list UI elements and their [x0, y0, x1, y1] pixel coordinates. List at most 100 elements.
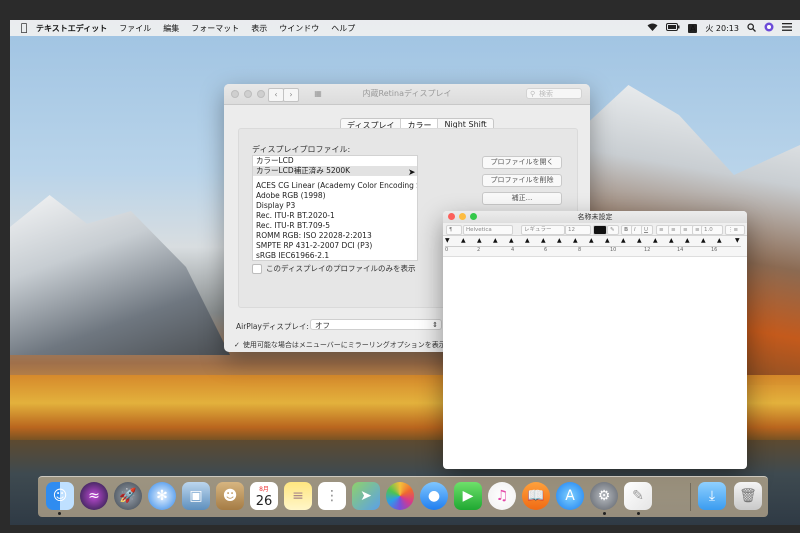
safari-icon[interactable]: ✻ — [148, 482, 176, 510]
tab-stop-icon[interactable]: ▲ — [461, 237, 466, 244]
menubar-clock[interactable]: 火 20:13 — [705, 23, 739, 34]
siri-menubar-icon[interactable] — [764, 22, 774, 34]
tab-stop-icon[interactable]: ▲ — [557, 237, 562, 244]
profile-item[interactable]: カラーLCD — [253, 156, 417, 166]
profile-item[interactable]: ACES CG Linear (Academy Color Encoding S… — [253, 181, 417, 191]
profile-item[interactable]: Display P3 — [253, 201, 417, 211]
airplay-display-label: AirPlayディスプレイ: — [236, 322, 309, 331]
menu-format[interactable]: フォーマット — [191, 23, 239, 34]
textedit-window-title: 名称未設定 — [577, 213, 613, 221]
input-source-indicator[interactable]: A — [688, 23, 698, 33]
running-indicator — [58, 512, 61, 515]
profile-item[interactable]: Rec. ITU-R BT.2020-1 — [253, 211, 417, 221]
only-this-display-checkbox[interactable] — [252, 263, 262, 274]
line-spacing-select[interactable]: 1.0 — [701, 225, 723, 235]
menu-bar:  テキストエディット ファイル 編集 フォーマット 表示 ウインドウ ヘルプ … — [10, 20, 800, 36]
tab-stop-icon[interactable]: ▲ — [717, 237, 722, 244]
maps-icon[interactable]: ➤ — [352, 482, 380, 510]
tab-stop-icon[interactable]: ▲ — [573, 237, 578, 244]
ruler-number: 2 — [477, 247, 481, 253]
ibooks-icon[interactable]: 📖 — [522, 482, 550, 510]
trash-icon[interactable]: 🗑 — [734, 482, 762, 510]
menu-file[interactable]: ファイル — [119, 23, 151, 34]
font-family-select[interactable]: Helvetica — [463, 225, 513, 235]
notes-icon[interactable]: ≡ — [284, 482, 312, 510]
apple-menu-icon[interactable]:  — [18, 22, 30, 34]
contacts-icon[interactable]: ☻ — [216, 482, 244, 510]
chevron-updown-icon: ⇕ — [432, 321, 438, 329]
profile-item[interactable]: Rec. ITU-R BT.709-5 — [253, 221, 417, 231]
open-profile-button[interactable]: プロファイルを開く — [482, 156, 562, 169]
photos-icon[interactable] — [386, 482, 414, 510]
prefs-titlebar[interactable]: ‹ › ▦ 内蔵Retinaディスプレイ ⚲ 検索 — [224, 84, 590, 105]
list-style-select[interactable]: ⋮≡ — [725, 225, 745, 235]
notification-center-icon[interactable] — [782, 23, 792, 33]
textedit-titlebar[interactable]: 名称未設定 — [443, 211, 747, 223]
tab-stop-icon[interactable]: ▼ — [445, 237, 450, 244]
display-profile-list[interactable]: カラーLCD カラーLCD補正済み 5200K ACES CG Linear (… — [252, 155, 418, 261]
menu-help[interactable]: ヘルプ — [331, 23, 355, 34]
profile-item[interactable]: Adobe RGB (1998) — [253, 191, 417, 201]
calendar-icon[interactable]: 8月 26 — [250, 482, 278, 510]
checkmark-icon[interactable]: ✓ — [234, 341, 240, 349]
spotlight-search-icon[interactable] — [747, 22, 756, 34]
itunes-icon[interactable]: ♫ — [488, 482, 516, 510]
tab-stop-icon[interactable]: ▲ — [525, 237, 530, 244]
menu-view[interactable]: 表示 — [251, 23, 267, 34]
airplay-display-select[interactable]: オフ ⇕ — [310, 319, 442, 330]
profile-item[interactable]: ROMM RGB: ISO 22028-2:2013 — [253, 231, 417, 241]
facetime-icon[interactable]: ▶ — [454, 482, 482, 510]
textedit-icon[interactable]: ✎ — [624, 482, 652, 510]
tab-stop-icon[interactable]: ▲ — [637, 237, 642, 244]
prefs-search-placeholder: 検索 — [539, 90, 553, 98]
align-right-icon: ≡ — [683, 227, 688, 233]
tab-stop-icon[interactable]: ▲ — [477, 237, 482, 244]
text-ruler[interactable]: ▼ ▲ ▲ ▲ ▲ ▲ ▲ ▲ ▲ ▲ ▲ ▲ ▲ ▲ ▲ ▲ ▲ ▲ ▼ 0 … — [443, 236, 747, 257]
justify-icon: ≡ — [695, 227, 700, 233]
textedit-window: 名称未設定 ¶ Helvetica レギュラー 12 ✎ B I U ≡ ≡ ≡… — [443, 211, 747, 469]
launchpad-icon[interactable]: 🚀 — [114, 482, 142, 510]
tab-stop-icon[interactable]: ▲ — [701, 237, 706, 244]
tab-stop-icon[interactable]: ▲ — [493, 237, 498, 244]
tab-stop-icon[interactable]: ▲ — [621, 237, 626, 244]
appstore-icon[interactable]: A — [556, 482, 584, 510]
only-this-display-label: このディスプレイのプロファイルのみを表示 — [266, 264, 416, 273]
profile-item[interactable]: SMPTE RP 431-2-2007 DCI (P3) — [253, 241, 417, 251]
wifi-icon[interactable] — [647, 23, 658, 33]
text-color-well[interactable] — [593, 225, 607, 235]
underline-button[interactable]: U — [641, 225, 653, 235]
finder-icon[interactable]: ☺ — [46, 482, 74, 510]
tab-stop-icon[interactable]: ▲ — [589, 237, 594, 244]
highlight-color-well[interactable]: ✎ — [607, 225, 619, 235]
dock: ☺ ≈ 🚀 ✻ ▣ ☻ 8月 26 ≡ ⋮ ➤ ● ▶ ♫ 📖 A ⚙ ✎ ⤓ … — [38, 476, 768, 517]
profile-item-selected[interactable]: カラーLCD補正済み 5200K — [253, 166, 417, 176]
font-size-select[interactable]: 12 — [565, 225, 591, 235]
profile-item[interactable]: sRGB IEC61966-2.1 — [253, 251, 417, 260]
ruler-number: 6 — [544, 247, 548, 253]
tab-stop-icon[interactable]: ▲ — [669, 237, 674, 244]
battery-icon[interactable] — [666, 23, 680, 33]
menu-edit[interactable]: 編集 — [163, 23, 179, 34]
messages-icon[interactable]: ● — [420, 482, 448, 510]
right-margin-icon[interactable]: ▼ — [735, 237, 740, 244]
calibrate-button[interactable]: 補正... — [482, 192, 562, 205]
delete-profile-button[interactable]: プロファイルを削除 — [482, 174, 562, 187]
font-style-select[interactable]: レギュラー — [521, 225, 565, 235]
downloads-folder-icon[interactable]: ⤓ — [698, 482, 726, 510]
mouse-cursor-icon: ➤ — [408, 168, 416, 178]
tab-stop-icon[interactable]: ▲ — [605, 237, 610, 244]
paragraph-icon: ¶ — [449, 227, 453, 233]
siri-icon[interactable]: ≈ — [80, 482, 108, 510]
text-editing-area[interactable] — [443, 255, 747, 469]
paragraph-style-menu[interactable]: ¶ — [446, 225, 462, 235]
preview-icon[interactable]: ▣ — [182, 482, 210, 510]
tab-stop-icon[interactable]: ▲ — [685, 237, 690, 244]
menu-window[interactable]: ウインドウ — [279, 23, 319, 34]
menu-app-name[interactable]: テキストエディット — [36, 23, 107, 34]
reminders-icon[interactable]: ⋮ — [318, 482, 346, 510]
tab-stop-icon[interactable]: ▲ — [509, 237, 514, 244]
system-preferences-icon[interactable]: ⚙ — [590, 482, 618, 510]
prefs-search-field[interactable]: ⚲ 検索 — [526, 88, 582, 99]
tab-stop-icon[interactable]: ▲ — [541, 237, 546, 244]
tab-stop-icon[interactable]: ▲ — [653, 237, 658, 244]
